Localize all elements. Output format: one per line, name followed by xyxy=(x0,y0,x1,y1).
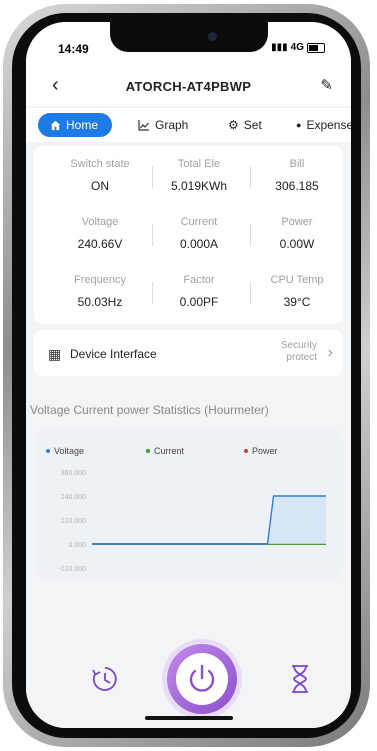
security-line-2: protect xyxy=(286,352,317,363)
stat-value: 240.66V xyxy=(77,237,123,251)
network-label: 4G xyxy=(290,42,304,53)
grid-icon: ▦ xyxy=(48,346,62,362)
hourglass-icon[interactable] xyxy=(288,664,312,694)
stat-total-ele: Total Ele 5.019KWh xyxy=(154,158,244,193)
chart-card: Voltage Current Power 360,000 240,000 120,… xyxy=(34,430,343,578)
stats-card: Switch state ON Total Ele 5.019KWh Bill … xyxy=(34,146,343,324)
stat-frequency: Frequency 50.03Hz xyxy=(55,274,145,309)
divider xyxy=(250,282,251,304)
stat-value: 50.03Hz xyxy=(77,295,123,309)
stat-switch-state: Switch state ON xyxy=(55,158,145,193)
stat-label: Factor xyxy=(183,274,215,286)
divider xyxy=(250,166,251,188)
chevron-right-icon: › xyxy=(327,344,333,361)
tab-expense[interactable]: ● Expense xyxy=(296,113,351,137)
stat-value: 5.019KWh xyxy=(170,179,228,193)
nav-bar: ‹ ATORCH-AT4PBWP ✎ xyxy=(26,66,351,106)
stat-value: 0.000A xyxy=(179,237,219,251)
battery-icon xyxy=(307,42,325,53)
home-icon xyxy=(50,120,61,130)
stat-label: Bill xyxy=(289,158,305,170)
tab-set[interactable]: ⚙ Set xyxy=(228,113,262,137)
divider xyxy=(152,282,153,304)
tab-bar: Home Graph ⚙ Set ● Expense xyxy=(26,108,351,142)
stat-bill: Bill 306.185 xyxy=(252,158,342,193)
divider xyxy=(250,224,251,246)
stat-value: 0.00W xyxy=(279,237,315,251)
y-tick-label: 120,000 xyxy=(61,518,86,525)
voltage-area xyxy=(267,496,326,544)
chart-section-title: Voltage Current power Statistics (Hourme… xyxy=(30,403,269,417)
power-button-inner xyxy=(176,653,228,705)
gear-icon: ⚙ xyxy=(228,118,239,132)
front-camera xyxy=(208,32,217,41)
expense-icon: ● xyxy=(296,120,302,130)
y-tick-label: 360,000 xyxy=(61,470,86,477)
notch xyxy=(110,22,268,52)
stat-cpu-temp: CPU Temp 39°C xyxy=(252,274,342,309)
page-title: ATORCH-AT4PBWP xyxy=(125,79,252,94)
signal-icon: ▮▮▮ xyxy=(271,42,288,53)
power-icon xyxy=(189,664,215,692)
edit-icon[interactable]: ✎ xyxy=(320,76,333,94)
status-indicators: ▮▮▮ 4G xyxy=(271,42,325,53)
stat-label: Current xyxy=(180,216,218,228)
tab-graph[interactable]: Graph xyxy=(138,113,188,137)
status-time: 14:49 xyxy=(58,42,89,56)
tab-label: Home xyxy=(66,118,99,132)
divider xyxy=(152,224,153,246)
bottom-action-bar xyxy=(26,622,351,728)
stat-value: 39°C xyxy=(283,295,311,309)
y-tick-label: 240,000 xyxy=(61,494,86,501)
stat-value: 306.185 xyxy=(275,179,319,193)
graph-icon xyxy=(138,119,149,131)
divider xyxy=(152,166,153,188)
y-tick-label: -120,000 xyxy=(58,566,86,573)
stat-value: ON xyxy=(91,179,109,193)
timer-icon[interactable] xyxy=(90,664,120,694)
power-button[interactable] xyxy=(167,644,237,714)
stat-factor: Factor 0.00PF xyxy=(154,274,244,309)
tab-label: Expense xyxy=(306,118,351,132)
stat-power: Power 0.00W xyxy=(252,216,342,251)
device-interface-label: Device Interface xyxy=(70,347,157,361)
stat-label: Total Ele xyxy=(177,158,221,170)
stat-current: Current 0.000A xyxy=(154,216,244,251)
device-interface-row[interactable]: ▦ Device Interface Security protect › xyxy=(34,330,343,376)
security-line-1: Security xyxy=(280,340,317,351)
stat-label: CPU Temp xyxy=(270,274,324,286)
tab-label: Set xyxy=(243,118,262,132)
stat-value: 0.00PF xyxy=(179,295,219,309)
stat-label: Power xyxy=(281,216,313,228)
tab-label: Graph xyxy=(155,118,189,132)
security-protect-label: Security protect xyxy=(281,340,317,364)
y-tick-label: 0.000 xyxy=(68,542,86,549)
app-screen: 14:49 ▮▮▮ 4G ‹ ATORCH-AT4PBWP ✎ Home Gra… xyxy=(26,22,351,728)
tab-home[interactable]: Home xyxy=(38,113,113,137)
line-chart: 360,000 240,000 120,000 0.000 -120,000 xyxy=(58,470,326,573)
stat-voltage: Voltage 240.66V xyxy=(55,216,145,251)
stat-label: Switch state xyxy=(70,158,130,170)
stat-label: Frequency xyxy=(74,274,126,286)
home-indicator xyxy=(145,716,233,720)
stat-label: Voltage xyxy=(81,216,119,228)
